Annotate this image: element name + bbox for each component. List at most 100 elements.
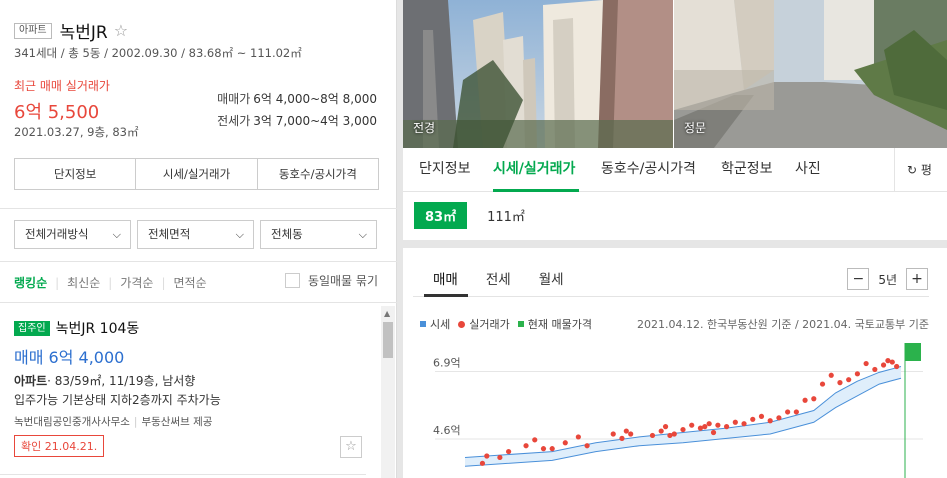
tab-unit-price[interactable]: 동호수/공시가격 xyxy=(601,158,696,178)
transaction-point xyxy=(619,435,625,441)
legend-current-label: 현재 매물가격 xyxy=(527,318,592,331)
tab-sale[interactable]: 매매 xyxy=(433,268,458,288)
agent-name: 녹번대림공인중개사사무소 xyxy=(14,416,130,428)
transaction-point xyxy=(710,429,717,436)
current-price-range xyxy=(905,343,921,361)
scrollbar[interactable]: ▲ xyxy=(381,306,395,478)
period-plus-button[interactable]: + xyxy=(906,268,928,290)
photo-strip: 전경 정문 xyxy=(403,0,947,148)
deal-type-select[interactable]: 전체거래방식 ⌵ xyxy=(14,220,131,249)
tab-price[interactable]: 시세/실거래가 xyxy=(493,158,575,178)
sort-price[interactable]: 가격순 xyxy=(120,274,153,291)
transaction-point xyxy=(880,362,887,368)
chevron-down-icon: ⌵ xyxy=(358,228,367,241)
tab-school[interactable]: 학군정보 xyxy=(721,158,773,178)
scroll-up-icon[interactable]: ▲ xyxy=(384,309,390,318)
recent-sale-price: 6억 5,500 xyxy=(14,102,100,123)
transaction-point xyxy=(623,428,629,434)
legend-actual: 실거래가 xyxy=(458,316,510,332)
chevron-down-icon: ⌵ xyxy=(112,228,121,241)
tab-complex-info[interactable]: 단지정보 xyxy=(419,158,471,178)
transaction-point xyxy=(846,377,852,383)
listing-item[interactable]: 집주인 녹번JR 104동 매매 6억 4,000 아파트· 83/59㎡, 1… xyxy=(14,318,366,458)
filter-bar: 전체거래방식 ⌵ 전체면적 ⌵ 전체동 ⌵ xyxy=(14,220,377,249)
jeonse-price-value: 3억 7,000~4억 3,000 xyxy=(253,114,377,128)
section-divider xyxy=(403,240,947,248)
transaction-point xyxy=(894,363,900,370)
tab-jeonse[interactable]: 전세 xyxy=(486,268,511,288)
complex-meta: 341세대 / 총 5동 / 2002.09.30 / 83.68㎡ ~ 111… xyxy=(14,46,302,60)
transaction-point xyxy=(628,431,634,437)
transaction-point xyxy=(863,360,869,367)
divider xyxy=(0,208,397,209)
transaction-point xyxy=(811,396,817,402)
jeonse-price-row: 전세가 3억 7,000~4억 3,000 xyxy=(217,110,377,132)
price-summary: 매매가 6억 4,000~8억 8,000 전세가 3억 7,000~4억 3,00… xyxy=(217,88,377,132)
tab-complex-info[interactable]: 단지정보 xyxy=(15,159,137,189)
period-control: − 5년 + xyxy=(847,268,928,290)
tab-unit-price[interactable]: 동호수/공시가격 xyxy=(258,159,378,189)
complex-tabs: 단지정보 시세/실거래가 동호수/공시가격 xyxy=(14,158,379,190)
tab-price[interactable]: 시세/실거래가 xyxy=(136,159,258,189)
group-checkbox[interactable] xyxy=(284,273,300,288)
transaction-point xyxy=(523,443,529,449)
area-select-label: 전체면적 xyxy=(148,227,191,241)
listing-specs: · 83/59㎡, 11/19층, 남서향 xyxy=(47,374,196,388)
transaction-point xyxy=(828,372,834,378)
sort-ranking[interactable]: 랭킹순 xyxy=(14,274,47,291)
group-same-listings[interactable]: 동일매물 묶기 xyxy=(284,272,378,289)
group-label: 동일매물 묶기 xyxy=(307,274,378,288)
period-minus-button[interactable]: − xyxy=(847,268,870,290)
market-band-upper-line xyxy=(464,365,902,458)
confirm-date-badge: 확인 21.04.21. xyxy=(14,435,105,457)
divider xyxy=(0,261,397,262)
transaction-point xyxy=(724,424,730,430)
photo-gate-image xyxy=(674,0,947,148)
photo-gate[interactable]: 정문 xyxy=(674,0,947,148)
scrollbar-thumb[interactable] xyxy=(383,322,393,358)
area-83-button[interactable]: 83㎡ xyxy=(414,202,468,229)
provider-name: 부동산써브 제공 xyxy=(141,416,213,428)
photo-front-caption: 전경 xyxy=(413,121,436,135)
active-deal-tab-indicator xyxy=(424,294,468,297)
unit-toggle-label: 평 xyxy=(920,163,932,177)
sort-area[interactable]: 면적순 xyxy=(174,274,207,291)
favorite-star-icon[interactable]: ☆ xyxy=(340,436,362,458)
listing-info: 아파트· 83/59㎡, 11/19층, 남서향 xyxy=(14,372,366,389)
transaction-point xyxy=(549,446,555,452)
transaction-point xyxy=(837,380,843,386)
tab-monthly[interactable]: 월세 xyxy=(539,268,564,288)
unit-toggle-button[interactable]: ↻ 평 xyxy=(894,148,947,192)
listing-agent: 녹번대림공인중개사사무소 | 부동산써브 제공 xyxy=(14,414,366,429)
active-tab-indicator xyxy=(493,189,579,192)
legend-market: 시세 xyxy=(420,316,450,332)
listing-head: 집주인 녹번JR 104동 xyxy=(14,318,366,338)
transaction-point xyxy=(658,428,664,434)
tab-photos[interactable]: 사진 xyxy=(795,158,821,178)
favorite-star-icon[interactable]: ☆ xyxy=(114,21,128,40)
complex-name: 녹번JR xyxy=(59,23,108,43)
transaction-point xyxy=(671,431,677,437)
area-111-button[interactable]: 111㎡ xyxy=(487,206,525,225)
photo-front[interactable]: 전경 xyxy=(403,0,673,148)
chevron-down-icon: ⌵ xyxy=(235,228,244,241)
building-select[interactable]: 전체동 ⌵ xyxy=(260,220,377,249)
transaction-point xyxy=(785,409,791,415)
transaction-point xyxy=(479,460,486,466)
transaction-point xyxy=(706,421,712,427)
legend-dot-icon xyxy=(458,320,466,328)
transaction-point xyxy=(497,454,503,461)
legend-current: 현재 매물가격 xyxy=(517,316,592,332)
transaction-point xyxy=(584,443,590,449)
transaction-point xyxy=(776,415,782,421)
listing-panel: 아파트 녹번JR ☆ 341세대 / 총 5동 / 2002.09.30 / 8… xyxy=(0,0,397,478)
sort-separator: | xyxy=(108,275,113,290)
listing-type: 아파트 xyxy=(14,374,48,388)
photo-gate-caption: 정문 xyxy=(684,121,707,135)
area-select[interactable]: 전체면적 ⌵ xyxy=(137,220,254,249)
sort-latest[interactable]: 최신순 xyxy=(67,274,100,291)
transaction-point xyxy=(702,424,708,430)
agent-separator: | xyxy=(133,416,138,428)
transaction-point xyxy=(732,419,738,425)
jeonse-price-key: 전세가 xyxy=(217,114,251,128)
